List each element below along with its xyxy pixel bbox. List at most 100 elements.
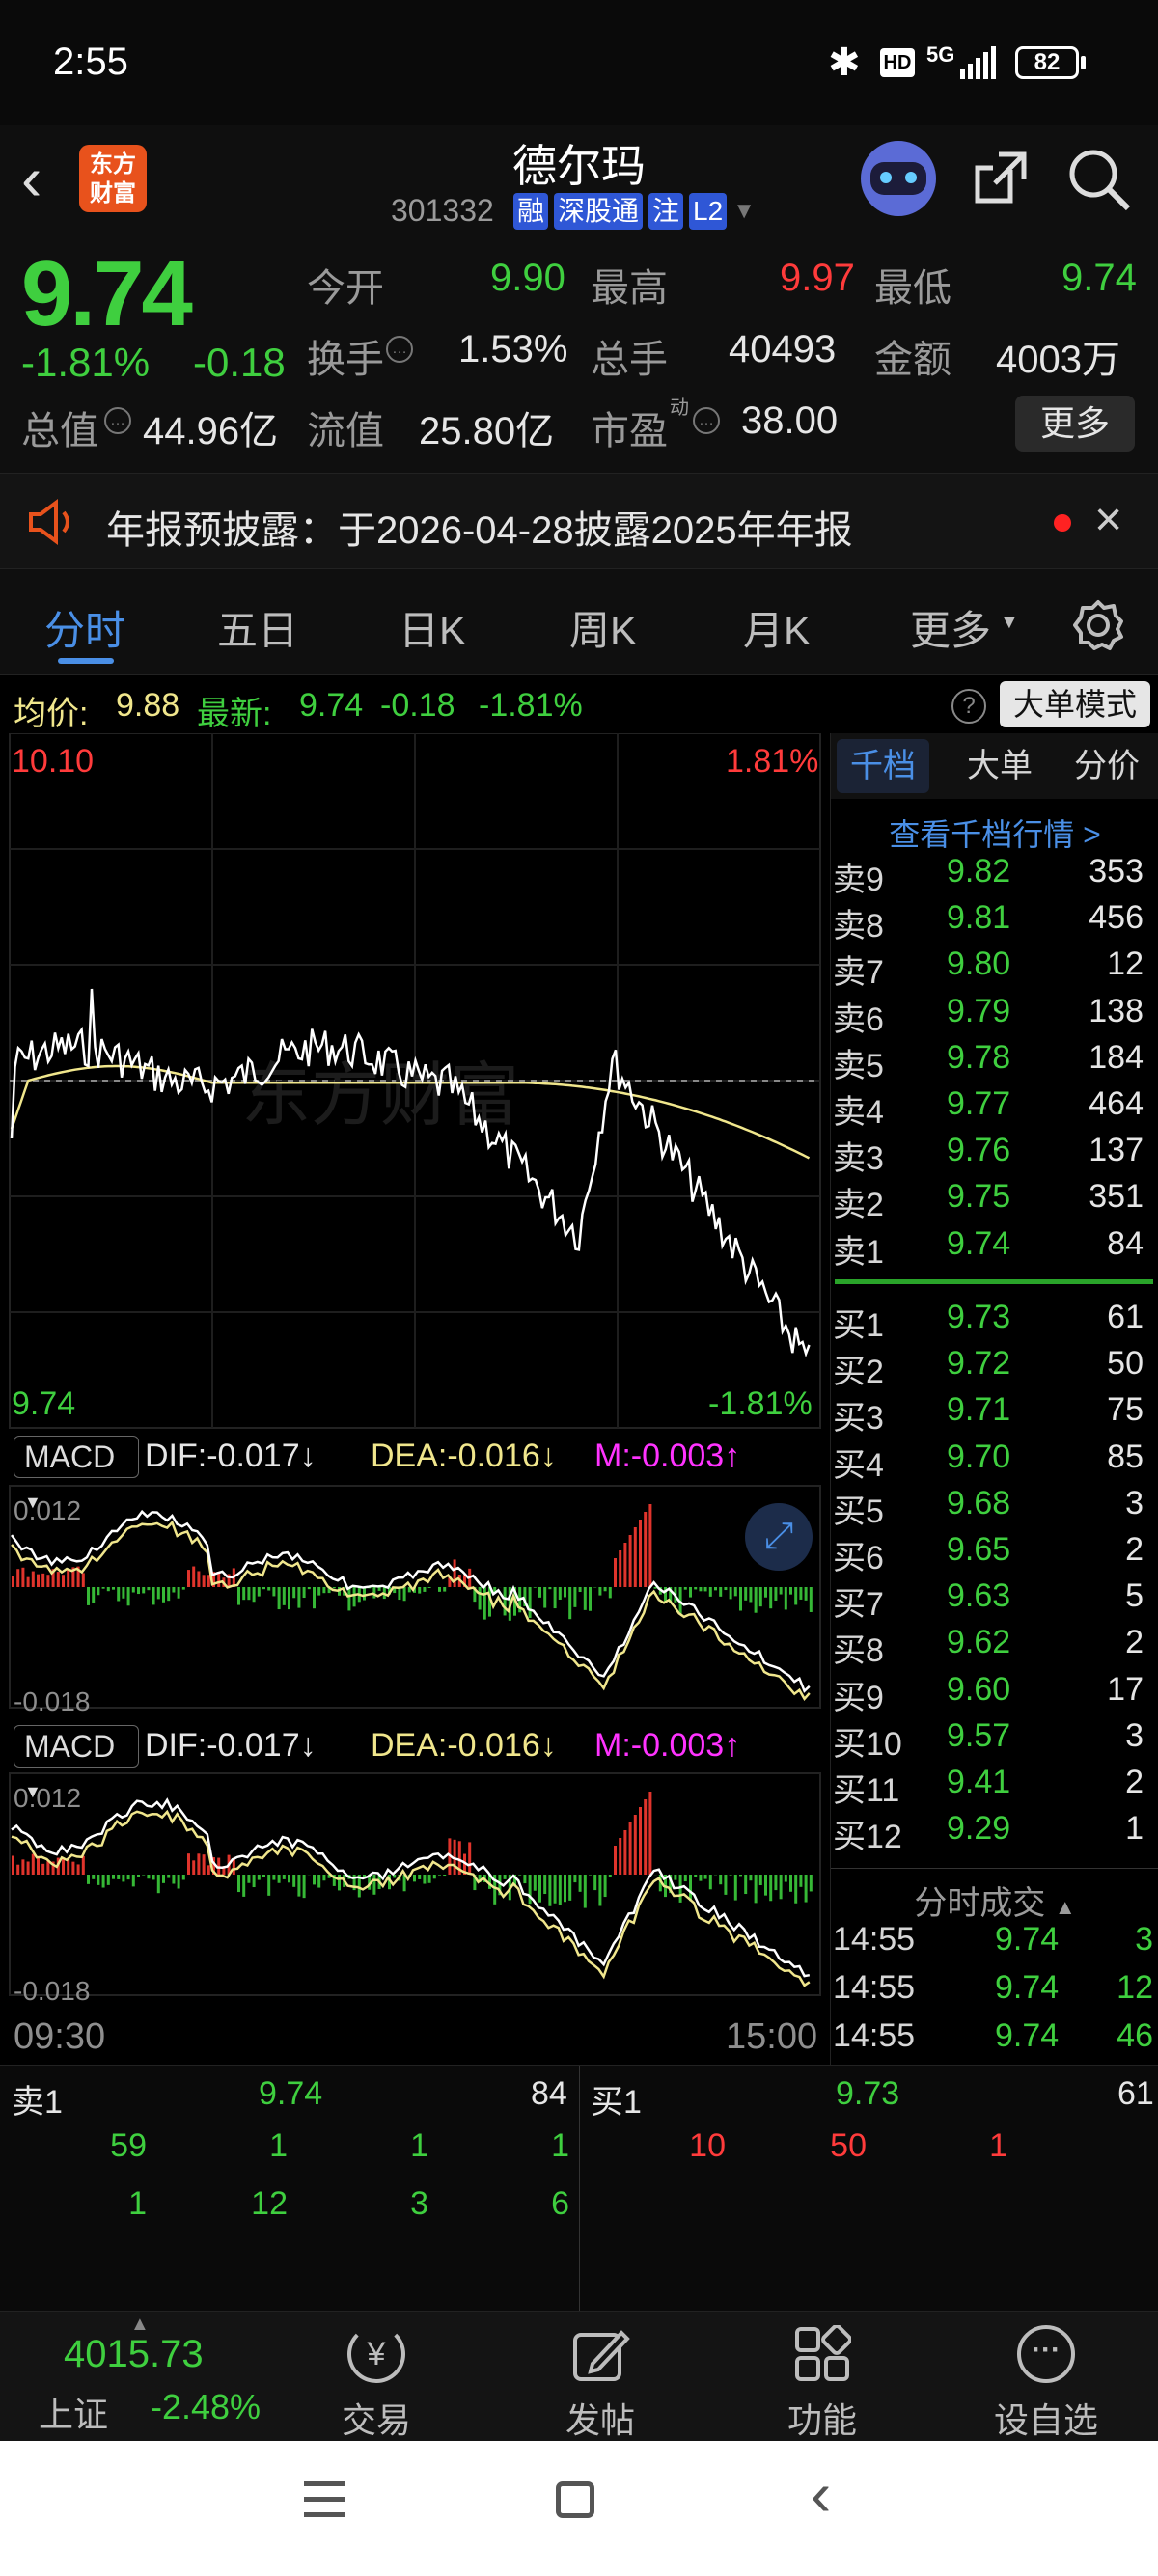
macd-bar xyxy=(106,1875,110,1885)
tab-monthly-k[interactable]: 月K xyxy=(743,598,811,657)
share-icon[interactable] xyxy=(970,147,1032,208)
macd-bar xyxy=(593,1875,597,1891)
trade-price: 9.74 xyxy=(995,1921,1060,1958)
tab-five-day[interactable]: 五日 xyxy=(217,598,298,657)
tab-intraday[interactable]: 分时 xyxy=(44,598,125,657)
macd-bar xyxy=(619,1838,622,1875)
ask-row[interactable]: 卖5 9.78 184 xyxy=(831,1039,1158,1085)
bid-row[interactable]: 买3 9.71 75 xyxy=(831,1391,1158,1438)
macd-bar xyxy=(181,1875,185,1880)
macd-bar xyxy=(363,1587,366,1601)
info-icon[interactable]: … xyxy=(104,407,131,434)
notice-bar[interactable]: 年报预披露：于2026-04-28披露2025年年报 × xyxy=(0,473,1158,569)
nav-trade[interactable]: ¥ 交易 xyxy=(280,2312,473,2442)
macd-bar xyxy=(177,1587,180,1599)
macd-bar xyxy=(764,1875,767,1896)
index-value[interactable]: 4015.73 xyxy=(64,2333,204,2376)
info-icon[interactable]: … xyxy=(693,407,720,434)
macd-bar xyxy=(639,1520,642,1587)
bid-row[interactable]: 买11 9.41 2 xyxy=(831,1764,1158,1810)
macd-bar xyxy=(167,1587,171,1602)
macd-bar xyxy=(237,1875,240,1893)
macd-bar xyxy=(262,1587,265,1590)
chart-area[interactable]: 东方财富 10.10 1.81% 9.74 -1.81% MACD ▼ DIF:… xyxy=(0,733,830,2065)
index-percent[interactable]: -2.48% xyxy=(151,2387,261,2427)
order-price: 9.78 xyxy=(947,1038,1011,1076)
macd-selector-2[interactable]: MACD ▼ xyxy=(14,1725,139,1801)
bid-row[interactable]: 买1 9.73 61 xyxy=(831,1299,1158,1345)
trades-title[interactable]: 分时成交 ▲ xyxy=(831,1877,1158,1924)
order-volume: 2 xyxy=(1125,1624,1144,1661)
macd-bar xyxy=(162,1587,165,1603)
buy1-label: 买1 xyxy=(591,2084,642,2121)
order-price: 9.77 xyxy=(947,1085,1011,1122)
macd-bar xyxy=(197,1571,201,1587)
info-icon[interactable]: … xyxy=(386,336,413,363)
macd-bar xyxy=(633,1815,637,1875)
macd-bar xyxy=(16,1864,20,1875)
big-order-mode-button[interactable]: 大单模式 xyxy=(1000,681,1150,727)
order-volume: 137 xyxy=(1089,1132,1144,1169)
home-icon[interactable] xyxy=(556,2481,594,2518)
nav-watchlist[interactable]: ··· 设自选 xyxy=(950,2312,1143,2442)
macd-bar xyxy=(769,1875,773,1902)
back-nav-icon[interactable]: ‹ xyxy=(811,2458,831,2530)
order-level-label: 买1 xyxy=(833,1307,884,1344)
macd-bar xyxy=(614,1846,617,1875)
nav-post[interactable]: 发帖 xyxy=(504,2312,697,2442)
macd-bar xyxy=(41,1863,45,1875)
bid-row[interactable]: 买8 9.62 2 xyxy=(831,1624,1158,1670)
bid-row[interactable]: 买10 9.57 3 xyxy=(831,1717,1158,1764)
menu-icon[interactable] xyxy=(304,2480,345,2518)
ask-row[interactable]: 卖3 9.76 137 xyxy=(831,1132,1158,1178)
macd-bar xyxy=(137,1875,140,1877)
chevron-down-icon[interactable]: ▼ xyxy=(732,193,756,230)
battery-tip xyxy=(1081,56,1086,69)
ask-row[interactable]: 卖2 9.75 351 xyxy=(831,1178,1158,1224)
ask-row[interactable]: 卖6 9.79 138 xyxy=(831,993,1158,1039)
macd-bar xyxy=(96,1587,100,1596)
ask-row[interactable]: 卖9 9.82 353 xyxy=(831,853,1158,899)
macd-bar xyxy=(26,1861,30,1875)
macd-bar xyxy=(207,1575,210,1587)
bid-row[interactable]: 买2 9.72 50 xyxy=(831,1345,1158,1391)
tab-big-order[interactable]: 大单 xyxy=(956,739,1043,793)
tab-weekly-k[interactable]: 周K xyxy=(569,598,637,657)
search-icon[interactable] xyxy=(1066,147,1132,212)
nav-functions[interactable]: 功能 xyxy=(726,2312,919,2442)
bid-row[interactable]: 买9 9.60 17 xyxy=(831,1671,1158,1717)
macd-bar xyxy=(267,1587,271,1591)
settings-icon[interactable] xyxy=(1071,598,1125,652)
order-level-label: 卖4 xyxy=(833,1094,884,1131)
macd-selector-1[interactable]: MACD ▼ xyxy=(14,1436,139,1512)
ask-row[interactable]: 卖1 9.74 84 xyxy=(831,1225,1158,1272)
macd-bar xyxy=(564,1587,566,1598)
nav-post-label: 发帖 xyxy=(565,2400,635,2440)
macd-bar xyxy=(758,1875,762,1886)
robot-avatar-icon[interactable] xyxy=(861,141,936,216)
tab-daily-k[interactable]: 日K xyxy=(399,598,466,657)
bid-row[interactable]: 买6 9.65 2 xyxy=(831,1531,1158,1577)
bid-row[interactable]: 买4 9.70 85 xyxy=(831,1439,1158,1485)
bid-row[interactable]: 买12 9.29 1 xyxy=(831,1810,1158,1856)
macd-bar xyxy=(523,1875,527,1884)
order-price: 9.60 xyxy=(947,1670,1011,1708)
order-price: 9.72 xyxy=(947,1345,1011,1383)
help-icon[interactable]: ? xyxy=(951,689,986,724)
ask-row[interactable]: 卖7 9.80 12 xyxy=(831,945,1158,992)
close-icon[interactable]: × xyxy=(1094,491,1122,547)
tab-more[interactable]: 更多 xyxy=(910,598,991,657)
macd-bar xyxy=(608,1875,612,1877)
bid-row[interactable]: 买5 9.68 3 xyxy=(831,1485,1158,1531)
ask-row[interactable]: 卖8 9.81 456 xyxy=(831,899,1158,945)
macd-bar xyxy=(162,1875,165,1883)
tab-depth[interactable]: 千档 xyxy=(837,739,929,793)
bid-row[interactable]: 买7 9.63 5 xyxy=(831,1577,1158,1624)
tab-price-dist[interactable]: 分价 xyxy=(1059,739,1155,793)
expand-icon[interactable]: ⤢ xyxy=(745,1503,813,1571)
depth-link[interactable]: 查看千档行情 > xyxy=(831,810,1158,855)
intraday-chart[interactable]: 东方财富 xyxy=(0,733,830,2065)
ask-row[interactable]: 卖4 9.77 464 xyxy=(831,1085,1158,1132)
more-button[interactable]: 更多 xyxy=(1015,396,1135,452)
index-name[interactable]: 上证 xyxy=(39,2387,108,2437)
